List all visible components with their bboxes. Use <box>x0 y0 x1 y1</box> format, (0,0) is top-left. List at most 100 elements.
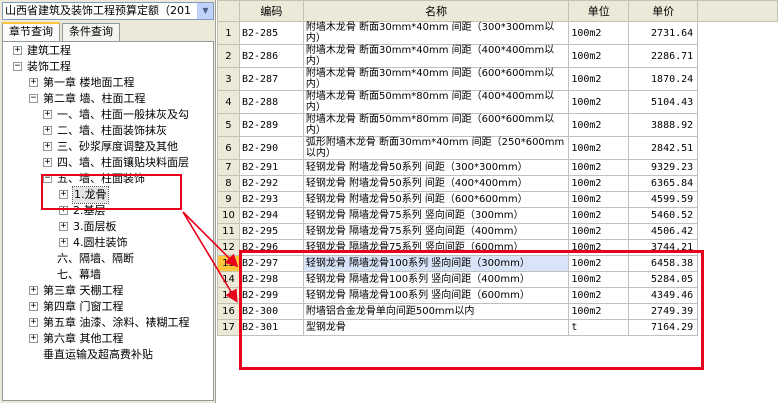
tree-node[interactable]: + 一、墙、柱面一般抹灰及勾 <box>3 107 213 123</box>
cell-price[interactable]: 2731.64 <box>628 21 699 45</box>
cell-name[interactable]: 附墙木龙骨 断面50mm*80mm 间距（400*400mm以内） <box>302 90 570 114</box>
cell-name[interactable]: 附墙木龙骨 断面30mm*40mm 间距（400*400mm以内） <box>302 44 570 68</box>
row-number[interactable]: 16 <box>217 303 240 320</box>
tree-node[interactable]: + 三、砂浆厚度调整及其他 <box>3 139 213 155</box>
row-number[interactable]: 3 <box>217 67 240 91</box>
table-row[interactable]: 9 B2-293 轻钢龙骨 附墙龙骨50系列 间距（600*600mm） 100m2 4… <box>217 191 778 208</box>
cell-price[interactable]: 5104.43 <box>628 90 699 114</box>
cell-name[interactable]: 轻钢龙骨 附墙龙骨50系列 间距（300*300mm） <box>302 159 570 176</box>
collapse-icon[interactable]: − <box>43 174 52 183</box>
expand-icon[interactable]: + <box>43 142 52 151</box>
row-number[interactable]: 14 <box>217 271 240 288</box>
cell-code[interactable]: B2-290 <box>238 136 304 160</box>
cell-unit[interactable]: 100m2 <box>568 207 630 224</box>
table-row[interactable]: 5 B2-289 附墙木龙骨 断面50mm*80mm 间距（600*600mm以内）… <box>217 113 778 137</box>
cell-code[interactable]: B2-285 <box>238 21 304 45</box>
cell-name[interactable]: 轻钢龙骨 附墙龙骨50系列 间距（400*400mm） <box>302 175 570 192</box>
cell-unit[interactable]: 100m2 <box>568 223 630 240</box>
cell-price[interactable]: 3888.92 <box>628 113 699 137</box>
expand-icon[interactable]: + <box>29 78 38 87</box>
cell-unit[interactable]: 100m2 <box>568 21 630 45</box>
cell-code[interactable]: B2-293 <box>238 191 304 208</box>
row-number[interactable]: 12 <box>217 239 240 256</box>
header-name[interactable]: 名称 <box>302 0 570 22</box>
cell-code[interactable]: B2-289 <box>238 113 304 137</box>
cell-unit[interactable]: 100m2 <box>568 191 630 208</box>
collapse-icon[interactable]: − <box>13 62 22 71</box>
table-row[interactable]: 2 B2-286 附墙木龙骨 断面30mm*40mm 间距（400*400mm以内）… <box>217 44 778 68</box>
row-number[interactable]: 10 <box>217 207 240 224</box>
cell-price[interactable]: 6458.38 <box>628 255 699 272</box>
row-number[interactable]: 5 <box>217 113 240 137</box>
table-row[interactable]: 14 B2-298 轻钢龙骨 隔墙龙骨100系列 竖向间距（400mm） 100m2 5… <box>217 271 778 288</box>
cell-price[interactable]: 6365.84 <box>628 175 699 192</box>
cell-unit[interactable]: t <box>568 319 630 336</box>
row-number[interactable]: 15 <box>217 287 240 304</box>
row-number[interactable]: 8 <box>217 175 240 192</box>
tree-node[interactable]: +1.龙骨 <box>3 186 213 204</box>
table-row[interactable]: 12 B2-296 轻钢龙骨 隔墙龙骨75系列 竖向间距（600mm） 100m2 37… <box>217 239 778 256</box>
table-row[interactable]: 7 B2-291 轻钢龙骨 附墙龙骨50系列 间距（300*300mm） 100m2 9… <box>217 159 778 176</box>
cell-name[interactable]: 轻钢龙骨 隔墙龙骨75系列 竖向间距（600mm） <box>302 239 570 256</box>
cell-unit[interactable]: 100m2 <box>568 90 630 114</box>
cell-price[interactable]: 9329.23 <box>628 159 699 176</box>
cell-price[interactable]: 5284.05 <box>628 271 699 288</box>
cell-unit[interactable]: 100m2 <box>568 113 630 137</box>
expand-icon[interactable]: + <box>59 222 68 231</box>
cell-name[interactable]: 型钢龙骨 <box>302 319 570 336</box>
tree-node[interactable]: 七、幕墙 <box>3 267 213 283</box>
table-row[interactable]: 10 B2-294 轻钢龙骨 隔墙龙骨75系列 竖向间距（300mm） 100m2 54… <box>217 207 778 224</box>
cell-unit[interactable]: 100m2 <box>568 239 630 256</box>
cell-name[interactable]: 轻钢龙骨 附墙龙骨50系列 间距（600*600mm） <box>302 191 570 208</box>
cell-price[interactable]: 2842.51 <box>628 136 699 160</box>
cell-price[interactable]: 7164.29 <box>628 319 699 336</box>
expand-icon[interactable]: + <box>29 286 38 295</box>
cell-name[interactable]: 附墙木龙骨 断面30mm*40mm 间距（300*300mm以内） <box>302 21 570 45</box>
table-row[interactable]: 16 B2-300 附墙铝合金龙骨单向间距500mm以内 100m2 2749.39 <box>217 303 778 320</box>
cell-code[interactable]: B2-295 <box>238 223 304 240</box>
cell-unit[interactable]: 100m2 <box>568 255 630 272</box>
cell-code[interactable]: B2-294 <box>238 207 304 224</box>
cell-unit[interactable]: 100m2 <box>568 44 630 68</box>
expand-icon[interactable]: + <box>13 46 22 55</box>
tree-node[interactable]: 六、隔墙、隔断 <box>3 251 213 267</box>
tree-node[interactable]: − 装饰工程 <box>3 59 213 75</box>
header-code[interactable]: 编码 <box>238 0 304 22</box>
cell-unit[interactable]: 100m2 <box>568 175 630 192</box>
cell-unit[interactable]: 100m2 <box>568 67 630 91</box>
row-number[interactable]: 4 <box>217 90 240 114</box>
cell-price[interactable]: 1870.24 <box>628 67 699 91</box>
cell-name[interactable]: 轻钢龙骨 隔墙龙骨75系列 竖向间距（300mm） <box>302 207 570 224</box>
tree-node[interactable]: 垂直运输及超高费补贴 <box>3 347 213 363</box>
expand-icon[interactable]: + <box>43 110 52 119</box>
cell-name[interactable]: 轻钢龙骨 隔墙龙骨100系列 竖向间距（600mm） <box>302 287 570 304</box>
tree-node[interactable]: − 五、墙、柱面装饰 <box>3 171 213 187</box>
row-number[interactable]: 11 <box>217 223 240 240</box>
tree-node[interactable]: + 四、墙、柱面镶贴块料面层 <box>3 155 213 171</box>
table-row[interactable]: 17 B2-301 型钢龙骨 t 7164.29 <box>217 319 778 336</box>
expand-icon[interactable]: + <box>29 318 38 327</box>
cell-code[interactable]: B2-288 <box>238 90 304 114</box>
expand-icon[interactable]: + <box>29 334 38 343</box>
table-row[interactable]: 6 B2-290 弧形附墙木龙骨 断面30mm*40mm 间距（250*600mm以… <box>217 136 778 160</box>
cell-name[interactable]: 附墙木龙骨 断面30mm*40mm 间距（600*600mm以内） <box>302 67 570 91</box>
tree-node[interactable]: +3.面层板 <box>3 219 213 235</box>
cell-code[interactable]: B2-291 <box>238 159 304 176</box>
cell-name[interactable]: 轻钢龙骨 隔墙龙骨75系列 竖向间距（400mm） <box>302 223 570 240</box>
table-row[interactable]: 8 B2-292 轻钢龙骨 附墙龙骨50系列 间距（400*400mm） 100m2 6… <box>217 175 778 192</box>
cell-price[interactable]: 4599.59 <box>628 191 699 208</box>
expand-icon[interactable]: + <box>29 302 38 311</box>
tree-node[interactable]: +4.圆柱装饰 <box>3 235 213 251</box>
tree-node[interactable]: +2.基层 <box>3 203 213 219</box>
cell-name[interactable]: 轻钢龙骨 隔墙龙骨100系列 竖向间距（400mm） <box>302 271 570 288</box>
tree-node[interactable]: + 二、墙、柱面装饰抹灰 <box>3 123 213 139</box>
row-number[interactable]: 17 <box>217 319 240 336</box>
cell-code[interactable]: B2-298 <box>238 271 304 288</box>
cell-price[interactable]: 5460.52 <box>628 207 699 224</box>
cell-name[interactable]: 轻钢龙骨 隔墙龙骨100系列 竖向间距（300mm） <box>302 255 570 272</box>
collapse-icon[interactable]: − <box>29 94 38 103</box>
table-row[interactable]: 15 B2-299 轻钢龙骨 隔墙龙骨100系列 竖向间距（600mm） 100m2 4… <box>217 287 778 304</box>
cell-unit[interactable]: 100m2 <box>568 303 630 320</box>
row-number[interactable]: 1 <box>217 21 240 45</box>
cell-price[interactable]: 3744.21 <box>628 239 699 256</box>
